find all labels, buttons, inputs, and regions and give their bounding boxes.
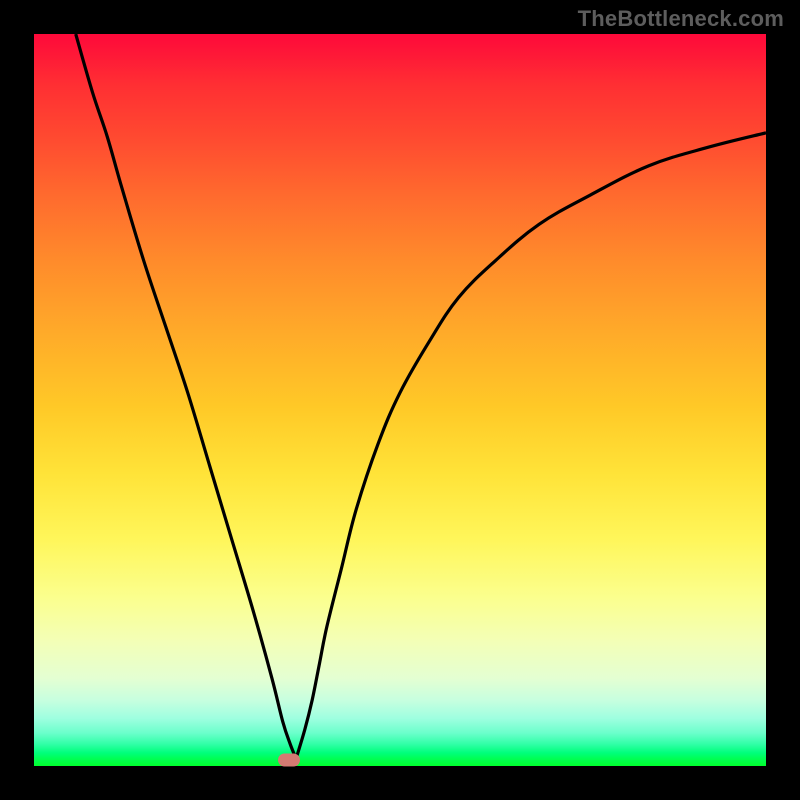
watermark-text: TheBottleneck.com [578, 6, 784, 32]
plot-area [34, 34, 766, 766]
curve-left-branch [76, 34, 296, 759]
bottleneck-curve [34, 34, 766, 766]
curve-right-branch [296, 133, 766, 759]
optimal-marker [278, 754, 300, 767]
chart-container: TheBottleneck.com [0, 0, 800, 800]
